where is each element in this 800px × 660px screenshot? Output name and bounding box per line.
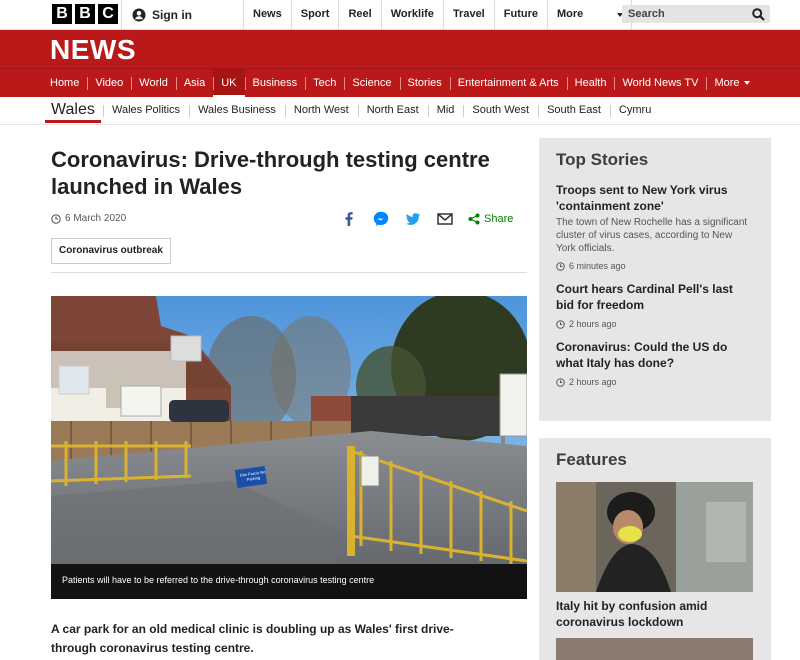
subnav-north-west[interactable]: North West: [284, 97, 358, 125]
messenger-icon[interactable]: [372, 210, 390, 228]
article-date-text: 6 March 2020: [65, 213, 127, 224]
wales-sub-nav: Wales Wales Politics Wales Business Nort…: [0, 97, 800, 125]
top-story-headline[interactable]: Court hears Cardinal Pell's last bid for…: [556, 281, 754, 313]
news-header: NEWS: [0, 30, 800, 68]
section-uk[interactable]: UK: [213, 69, 245, 98]
feature-image[interactable]: [556, 482, 753, 592]
section-entertainment-arts[interactable]: Entertainment & Arts: [449, 69, 567, 98]
section-science[interactable]: Science: [344, 69, 399, 98]
twitter-icon[interactable]: [404, 210, 422, 228]
share-icon: [468, 213, 480, 225]
car-park-photo: [51, 296, 527, 599]
subnav-mid[interactable]: Mid: [427, 97, 464, 125]
news-section-nav: Home Video World Asia UK Business Tech S…: [0, 68, 800, 98]
features-panel: Features Italy hit by confusion amid cor…: [539, 438, 771, 660]
section-video[interactable]: Video: [87, 69, 131, 98]
subnav-wales-business[interactable]: Wales Business: [189, 97, 285, 125]
subnav-wales-politics[interactable]: Wales Politics: [103, 97, 189, 125]
feature-photo-masked-woman: [556, 482, 753, 592]
clock-icon: [556, 261, 565, 271]
top-story-item[interactable]: Court hears Cardinal Pell's last bid for…: [556, 281, 754, 329]
top-nav-more-label: More: [556, 8, 584, 20]
subnav-south-west[interactable]: South West: [463, 97, 538, 125]
top-nav-reel[interactable]: Reel: [338, 0, 380, 30]
chevron-down-icon: [743, 81, 750, 86]
feature-headline[interactable]: Italy hit by confusion amid coronavirus …: [556, 598, 754, 630]
article-hero-image: Dim Parcio No Parking Patients will have…: [51, 296, 527, 599]
top-story-timestamp: 2 hours ago: [556, 319, 754, 329]
top-story-ago: 2 hours ago: [569, 319, 617, 329]
features-title: Features: [556, 450, 627, 469]
user-icon: [132, 8, 146, 22]
subnav-cymru[interactable]: Cymru: [609, 97, 660, 125]
top-nav-more-button[interactable]: More: [546, 0, 632, 30]
top-nav-travel[interactable]: Travel: [442, 0, 494, 30]
clock-icon: [51, 213, 61, 224]
bbc-masthead: B B C Sign in News Sport Reel Worklife T…: [0, 0, 800, 30]
top-story-item[interactable]: Troops sent to New York virus 'containme…: [556, 182, 754, 271]
article-divider: [51, 272, 527, 273]
top-story-ago: 2 hours ago: [569, 377, 617, 387]
top-nav-future[interactable]: Future: [493, 0, 547, 30]
top-story-timestamp: 2 hours ago: [556, 377, 754, 387]
top-nav-news[interactable]: News: [243, 0, 291, 30]
top-story-headline[interactable]: Coronavirus: Could the US do what Italy …: [556, 339, 754, 371]
facebook-icon[interactable]: [340, 210, 358, 228]
section-business[interactable]: Business: [244, 69, 306, 98]
section-asia[interactable]: Asia: [175, 69, 213, 98]
subnav-current-wales[interactable]: Wales: [45, 99, 101, 123]
share-label: Share: [484, 213, 514, 225]
top-story-timestamp: 6 minutes ago: [556, 261, 754, 271]
top-story-item[interactable]: Coronavirus: Could the US do what Italy …: [556, 339, 754, 387]
top-story-summary: The town of New Rochelle has a significa…: [556, 217, 748, 254]
section-more-button[interactable]: More: [706, 69, 757, 98]
section-tech[interactable]: Tech: [305, 69, 344, 98]
sign-in-label: Sign in: [152, 8, 192, 22]
section-stories[interactable]: Stories: [399, 69, 450, 98]
bbc-logo[interactable]: B B C: [52, 4, 118, 24]
section-more-label: More: [714, 77, 740, 89]
article-lede: A car park for an old medical clinic is …: [51, 622, 454, 655]
share-tools: Share: [340, 210, 513, 228]
top-nav-sport[interactable]: Sport: [290, 0, 339, 30]
subnav-north-east[interactable]: North East: [357, 97, 428, 125]
search-icon[interactable]: [752, 8, 765, 21]
topic-tag-coronavirus-outbreak[interactable]: Coronavirus outbreak: [51, 238, 171, 264]
bbc-top-nav: News Sport Reel Worklife Travel Future M…: [243, 0, 632, 30]
section-world-news-tv[interactable]: World News TV: [614, 69, 706, 98]
top-stories-panel: Top Stories Troops sent to New York viru…: [539, 138, 771, 421]
logo-letter: B: [52, 4, 72, 24]
search-input[interactable]: Search: [622, 5, 770, 23]
top-story-ago: 6 minutes ago: [569, 261, 626, 271]
clock-icon: [556, 319, 565, 329]
news-wordmark[interactable]: NEWS: [50, 34, 136, 66]
top-story-headline[interactable]: Troops sent to New York virus 'containme…: [556, 182, 754, 214]
image-caption: Patients will have to be referred to the…: [51, 564, 527, 599]
section-health[interactable]: Health: [566, 69, 615, 98]
feature-image[interactable]: [556, 638, 753, 660]
article-headline: Coronavirus: Drive-through testing centr…: [51, 147, 490, 199]
clock-icon: [556, 377, 565, 387]
section-world[interactable]: World: [131, 69, 176, 98]
top-nav-worklife[interactable]: Worklife: [380, 0, 443, 30]
sign-in-link[interactable]: Sign in: [121, 0, 243, 30]
search-placeholder: Search: [628, 8, 665, 20]
logo-letter: C: [98, 4, 118, 24]
section-home[interactable]: Home: [42, 69, 87, 98]
article-date: 6 March 2020: [51, 213, 126, 224]
logo-letter: B: [75, 4, 95, 24]
share-button[interactable]: Share: [468, 213, 513, 225]
top-stories-title: Top Stories: [556, 150, 649, 169]
email-icon[interactable]: [436, 210, 454, 228]
subnav-south-east[interactable]: South East: [538, 97, 610, 125]
